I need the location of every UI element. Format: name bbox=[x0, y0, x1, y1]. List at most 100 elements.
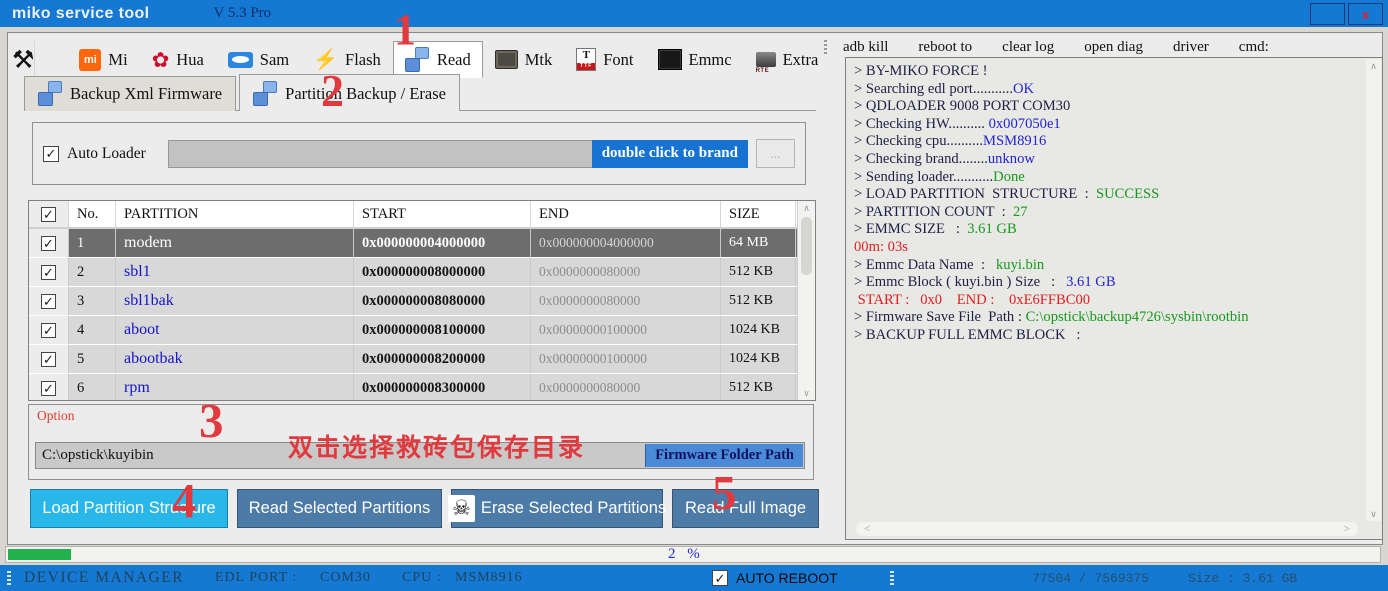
edl-port-value: COM30 bbox=[320, 565, 371, 591]
scroll-down-icon[interactable]: ∨ bbox=[1370, 507, 1377, 521]
scroll-up-icon[interactable]: ∧ bbox=[1370, 59, 1377, 73]
app-title: miko service tool bbox=[12, 5, 150, 23]
toolbar-tab-mi[interactable]: miMi bbox=[67, 41, 139, 78]
row-checkbox[interactable] bbox=[41, 265, 56, 280]
table-row[interactable]: 4aboot0x0000000081000000x000000001000001… bbox=[29, 316, 815, 345]
table-row[interactable]: 2sbl10x0000000080000000x0000000080000512… bbox=[29, 258, 815, 287]
col-end[interactable]: END bbox=[531, 201, 721, 227]
scroll-up-icon[interactable]: ∧ bbox=[803, 201, 810, 215]
menu-grip-icon[interactable] bbox=[824, 40, 827, 55]
row-checkbox[interactable] bbox=[41, 381, 56, 396]
close-button[interactable]: x bbox=[1348, 3, 1383, 25]
button-label: Read Selected Partitions bbox=[249, 499, 431, 518]
cell-size: 512 KB bbox=[721, 258, 796, 286]
row-checkbox[interactable] bbox=[41, 323, 56, 338]
log-line: > Firmware Save File Path : C:\opstick\b… bbox=[854, 309, 1360, 327]
scroll-thumb[interactable] bbox=[801, 217, 812, 275]
menu-item-open-diag[interactable]: open diag bbox=[1084, 39, 1143, 56]
table-row[interactable]: 3sbl1bak0x0000000080800000x0000000080000… bbox=[29, 287, 815, 316]
log-line: > Checking brand........unknow bbox=[854, 151, 1360, 169]
save-path-value: C:\opstick\kuyibin bbox=[42, 447, 154, 464]
erase-selected-partitions-button[interactable]: ☠Erase Selected Partitions bbox=[451, 489, 663, 528]
log-hscrollbar[interactable]: < > bbox=[856, 522, 1358, 536]
toolbar-tab-extra[interactable]: RTE Extra bbox=[744, 41, 831, 78]
cell-end: 0x0000000080000 bbox=[531, 258, 721, 286]
log-line: > BACKUP FULL EMMC BLOCK : bbox=[854, 327, 1360, 345]
toolbar-tab-label: Sam bbox=[260, 50, 289, 70]
auto-loader-checkbox[interactable] bbox=[43, 146, 59, 162]
cell-no: 2 bbox=[69, 258, 116, 286]
menu-item-driver[interactable]: driver bbox=[1173, 39, 1209, 56]
col-start[interactable]: START bbox=[354, 201, 531, 227]
annotation-2: 2 bbox=[321, 68, 344, 114]
toolbar-tab-hua[interactable]: ✿Hua bbox=[140, 41, 216, 78]
toolbar-tab-label: Emmc bbox=[689, 50, 732, 70]
titlebar: miko service tool V 5.3 Pro x bbox=[0, 0, 1388, 27]
tools-button[interactable]: ⚒ bbox=[12, 41, 35, 78]
log-line: > Checking HW.......... 0x007050e1 bbox=[854, 116, 1360, 134]
loader-path-input[interactable]: double click to brand bbox=[168, 140, 748, 168]
ttf-icon: TTTF bbox=[576, 48, 596, 71]
cell-end: 0x000000004000000 bbox=[531, 229, 721, 257]
app-version: V 5.3 Pro bbox=[214, 5, 272, 22]
toolbar-tab-label: Hua bbox=[176, 50, 204, 70]
toolbar-tab-label: Font bbox=[603, 50, 633, 70]
menu-item-cmd-[interactable]: cmd: bbox=[1239, 39, 1269, 56]
cell-no: 6 bbox=[69, 374, 116, 401]
firmware-folder-path-button[interactable]: Firmware Folder Path bbox=[645, 444, 803, 467]
table-row[interactable]: 5abootbak0x0000000082000000x000000001000… bbox=[29, 345, 815, 374]
cell-partition: abootbak bbox=[116, 345, 354, 373]
table-scrollbar[interactable]: ∧ ∨ bbox=[797, 201, 815, 400]
table-row[interactable]: 6rpm0x0000000083000000x0000000080000512 … bbox=[29, 374, 815, 401]
log-vscrollbar[interactable]: ∧ ∨ bbox=[1366, 59, 1381, 521]
read-selected-partitions-button[interactable]: Read Selected Partitions bbox=[237, 489, 442, 528]
status-bar: DEVICE MANAGER EDL PORT : COM30 CPU : MS… bbox=[0, 565, 1388, 591]
progress-fill bbox=[8, 549, 71, 560]
select-all-checkbox[interactable] bbox=[41, 207, 56, 222]
menu-item-clear-log[interactable]: clear log bbox=[1002, 39, 1054, 56]
menu-item-reboot-to[interactable]: reboot to bbox=[918, 39, 972, 56]
log-line: > Sending loader...........Done bbox=[854, 169, 1360, 187]
toolbar-tab-label: Extra bbox=[783, 50, 819, 70]
table-row[interactable]: 1modem0x0000000040000000x000000004000000… bbox=[29, 229, 815, 258]
row-checkbox[interactable] bbox=[41, 294, 56, 309]
row-checkbox[interactable] bbox=[41, 236, 56, 251]
brand-hint-label[interactable]: double click to brand bbox=[592, 140, 748, 168]
log-line: > Emmc Block ( kuyi.bin ) Size : 3.61 GB bbox=[854, 274, 1360, 292]
log-line: > BY-MIKO FORCE ! bbox=[854, 63, 1360, 81]
toolbar-tab-flash[interactable]: ⚡Flash bbox=[301, 41, 393, 78]
toolbar-tab-emmc[interactable]: Emmc bbox=[646, 41, 744, 78]
cell-partition: rpm bbox=[116, 374, 354, 401]
scroll-down-icon[interactable]: ∨ bbox=[803, 386, 810, 400]
chip-icon bbox=[495, 50, 518, 69]
load-partition-structure-button[interactable]: Load Partition Structure bbox=[30, 489, 228, 528]
toolbar-tab-sam[interactable]: Sam bbox=[216, 41, 301, 78]
auto-reboot-checkbox[interactable] bbox=[712, 570, 728, 586]
extra-icon: RTE bbox=[756, 52, 776, 67]
menu-item-adb-kill[interactable]: adb kill bbox=[843, 39, 888, 56]
cell-size: 1024 KB bbox=[721, 345, 796, 373]
progress-percent: 2 % bbox=[668, 546, 700, 563]
toolbar-tab-mtk[interactable]: Mtk bbox=[483, 41, 565, 78]
samsung-icon bbox=[228, 52, 253, 68]
cell-end: 0x0000000080000 bbox=[531, 374, 721, 401]
scroll-left-icon[interactable]: < bbox=[864, 523, 870, 535]
progress-bar: 2 % bbox=[5, 546, 1381, 563]
tab-partition-backup-erase[interactable]: Partition Backup / Erase bbox=[239, 74, 460, 111]
col-partition[interactable]: PARTITION bbox=[116, 201, 354, 227]
tab-backup-xml-firmware[interactable]: Backup Xml Firmware bbox=[24, 76, 236, 111]
scroll-right-icon[interactable]: > bbox=[1344, 523, 1350, 535]
toolbar-tab-font[interactable]: TTTF Font bbox=[564, 41, 645, 78]
minimize-button[interactable] bbox=[1310, 3, 1345, 25]
annotation-1: 1 bbox=[394, 8, 416, 52]
sub-tabs: Backup Xml FirmwarePartition Backup / Er… bbox=[24, 80, 463, 111]
col-no[interactable]: No. bbox=[69, 201, 116, 227]
row-checkbox[interactable] bbox=[41, 352, 56, 367]
log-line: > Searching edl port...........OK bbox=[854, 81, 1360, 99]
tab-label: Partition Backup / Erase bbox=[285, 84, 446, 104]
log-line: > PARTITION COUNT : 27 bbox=[854, 204, 1360, 222]
col-size[interactable]: SIZE bbox=[721, 201, 796, 227]
cell-start: 0x000000008000000 bbox=[354, 258, 531, 286]
browse-button[interactable]: ... bbox=[756, 139, 795, 168]
read-full-image-button[interactable]: Read Full Image bbox=[672, 489, 819, 528]
